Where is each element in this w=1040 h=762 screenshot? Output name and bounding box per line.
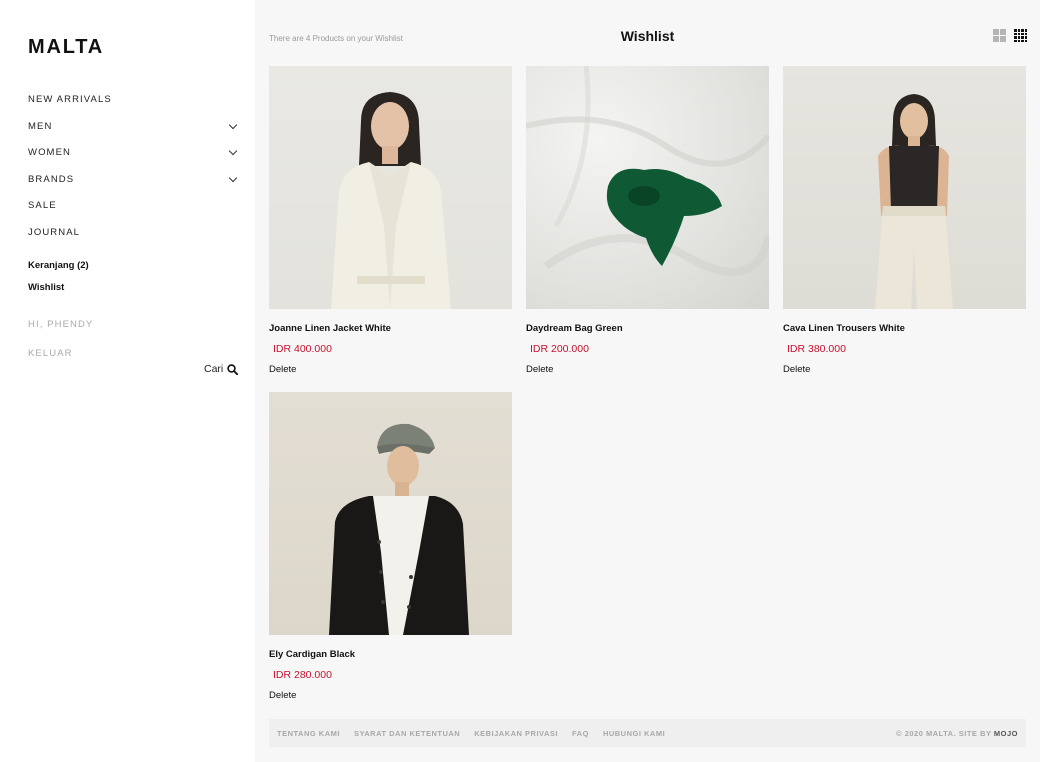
delete-button[interactable]: Delete <box>269 690 296 701</box>
brand-logo[interactable]: MALTA <box>28 36 104 59</box>
product-image[interactable] <box>269 66 512 309</box>
product-price: IDR 380.000 <box>787 343 846 355</box>
footer-link-terms[interactable]: SYARAT DAN KETENTUAN <box>354 729 460 738</box>
cart-link[interactable]: Keranjang (2) <box>28 260 89 271</box>
grid-4-view-icon[interactable] <box>1014 29 1027 42</box>
nav-women-label: WOMEN <box>28 146 71 158</box>
chevron-down-icon[interactable] <box>228 146 238 155</box>
logout-link[interactable]: KELUAR <box>28 348 73 359</box>
product-name[interactable]: Daydream Bag Green <box>526 323 769 335</box>
product-card: Daydream Bag Green IDR 200.000 Delete <box>526 66 769 377</box>
product-image[interactable] <box>526 66 769 309</box>
search-button[interactable]: Cari <box>204 363 239 375</box>
nav-sale[interactable]: SALE <box>28 197 240 213</box>
delete-button[interactable]: Delete <box>783 364 810 375</box>
user-greeting: HI, PHENDY <box>28 319 94 330</box>
wishlist-count-info: There are 4 Products on your Wishlist <box>269 34 403 43</box>
chevron-down-icon[interactable] <box>228 173 238 182</box>
product-name[interactable]: Joanne Linen Jacket White <box>269 323 512 335</box>
nav-brands-label: BRANDS <box>28 173 75 185</box>
product-card: Cava Linen Trousers White IDR 380.000 De… <box>783 66 1026 377</box>
footer-link-contact[interactable]: HUBUNGI KAMI <box>603 729 665 738</box>
nav-new-arrivals-label: NEW ARRIVALS <box>28 93 112 105</box>
search-label: Cari <box>204 363 224 375</box>
footer-link-about[interactable]: TENTANG KAMI <box>277 729 340 738</box>
footer: TENTANG KAMI SYARAT DAN KETENTUAN KEBIJA… <box>269 719 1026 747</box>
product-image[interactable] <box>269 392 512 635</box>
footer-copyright: © 2020 MALTA. SITE BY MOJO <box>896 729 1018 738</box>
product-price: IDR 400.000 <box>273 343 332 355</box>
grid-2-view-icon[interactable] <box>993 29 1006 42</box>
product-card: Ely Cardigan Black IDR 280.000 Delete <box>269 392 512 703</box>
sidebar: MALTA NEW ARRIVALS MEN WOMEN BRANDS SALE… <box>0 0 255 762</box>
product-card: Joanne Linen Jacket White IDR 400.000 De… <box>269 66 512 377</box>
product-price: IDR 200.000 <box>530 343 589 355</box>
chevron-down-icon[interactable] <box>228 120 238 129</box>
footer-link-faq[interactable]: FAQ <box>572 729 589 738</box>
wishlist-link[interactable]: Wishlist <box>28 282 64 293</box>
product-name[interactable]: Ely Cardigan Black <box>269 649 512 661</box>
nav-sale-label: SALE <box>28 199 57 211</box>
copyright-text: © 2020 MALTA. SITE BY <box>896 728 992 738</box>
nav-new-arrivals[interactable]: NEW ARRIVALS <box>28 91 240 107</box>
search-icon <box>227 363 239 375</box>
nav-men-label: MEN <box>28 120 53 132</box>
nav-journal-label: JOURNAL <box>28 226 81 238</box>
nav-women[interactable]: WOMEN <box>28 144 240 160</box>
footer-link-privacy[interactable]: KEBIJAKAN PRIVASI <box>474 729 558 738</box>
page-title: Wishlist <box>620 28 675 44</box>
product-name[interactable]: Cava Linen Trousers White <box>783 323 1026 335</box>
delete-button[interactable]: Delete <box>269 364 296 375</box>
product-price: IDR 280.000 <box>273 669 332 681</box>
site-credit-link[interactable]: MOJO <box>994 729 1018 738</box>
nav-brands[interactable]: BRANDS <box>28 171 240 187</box>
delete-button[interactable]: Delete <box>526 364 553 375</box>
nav-journal[interactable]: JOURNAL <box>28 224 240 240</box>
nav-men[interactable]: MEN <box>28 118 240 134</box>
product-image[interactable] <box>783 66 1026 309</box>
